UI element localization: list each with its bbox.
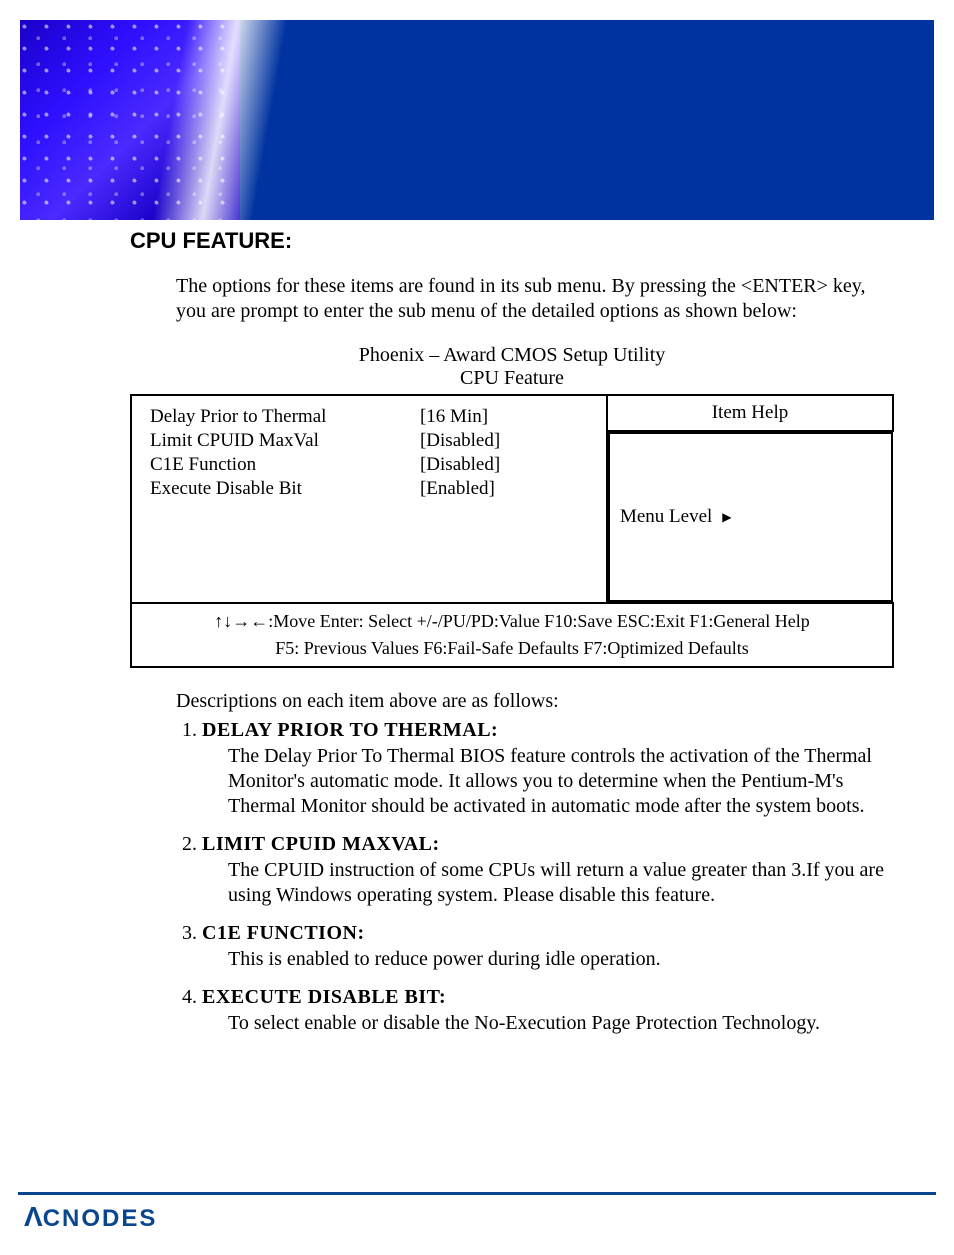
descriptions-intro: Descriptions on each item above are as f… xyxy=(176,690,894,713)
brand-text: CNODES xyxy=(43,1205,158,1233)
triangle-right-icon: ▶ xyxy=(722,510,731,525)
bios-key-legend-line1: ↑↓→←:Move Enter: Select +/-/PU/PD:Value … xyxy=(138,608,886,635)
bios-box: Delay Prior to Thermal [16 Min] Limit CP… xyxy=(130,394,894,668)
bios-option-label: C1E Function xyxy=(150,454,420,476)
list-item: EXECUTE DISABLE BIT: To select enable or… xyxy=(202,986,894,1036)
page: CPU FEATURE: The options for these items… xyxy=(0,20,954,1255)
bios-utility-title: Phoenix – Award CMOS Setup Utility xyxy=(130,344,894,367)
bios-screenshot: Phoenix – Award CMOS Setup Utility CPU F… xyxy=(130,344,894,668)
section-intro-text: The options for these items are found in… xyxy=(176,274,894,324)
content-area: CPU FEATURE: The options for these items… xyxy=(130,228,894,1036)
description-heading: EXECUTE DISABLE BIT: xyxy=(202,986,446,1008)
list-item: C1E FUNCTION: This is enabled to reduce … xyxy=(202,922,894,972)
bios-option-label: Delay Prior to Thermal xyxy=(150,406,420,428)
bios-menu-level-cell: Menu Level ▶ xyxy=(608,432,893,602)
bios-help-header: Item Help xyxy=(607,395,893,431)
list-item: LIMIT CPUID MAXVAL: The CPUID instructio… xyxy=(202,833,894,908)
bios-menu-level-label: Menu Level xyxy=(620,506,712,528)
bios-option-value: [Disabled] xyxy=(420,430,600,452)
descriptions-list: DELAY PRIOR TO THERMAL: The Delay Prior … xyxy=(176,719,894,1036)
description-heading: LIMIT CPUID MAXVAL: xyxy=(202,833,440,855)
header-banner xyxy=(20,20,934,220)
description-body: This is enabled to reduce power during i… xyxy=(228,947,894,972)
section-heading: CPU FEATURE: xyxy=(130,228,894,254)
description-body: The CPUID instruction of some CPUs will … xyxy=(228,858,894,908)
bios-option-label: Limit CPUID MaxVal xyxy=(150,430,420,452)
bios-option-list: Delay Prior to Thermal [16 Min] Limit CP… xyxy=(150,406,600,500)
bios-main-panel: Delay Prior to Thermal [16 Min] Limit CP… xyxy=(131,395,607,603)
bios-screen-name: CPU Feature xyxy=(130,367,894,390)
brand-lambda-icon: Λ xyxy=(24,1201,45,1233)
bios-option-value: [Disabled] xyxy=(420,454,600,476)
bios-key-legend-line2: F5: Previous Values F6:Fail-Safe Default… xyxy=(138,635,886,662)
list-item: DELAY PRIOR TO THERMAL: The Delay Prior … xyxy=(202,719,894,819)
circuit-board-art xyxy=(20,20,240,220)
brand-logo: Λ CNODES xyxy=(24,1201,157,1233)
bios-option-value: [16 Min] xyxy=(420,406,600,428)
description-heading: DELAY PRIOR TO THERMAL: xyxy=(202,719,498,741)
bios-option-value: [Enabled] xyxy=(420,478,600,500)
description-body: To select enable or disable the No-Execu… xyxy=(228,1011,894,1036)
description-heading: C1E FUNCTION: xyxy=(202,922,365,944)
footer-rule xyxy=(18,1192,936,1195)
description-body: The Delay Prior To Thermal BIOS feature … xyxy=(228,744,894,819)
bios-key-legend: ↑↓→←:Move Enter: Select +/-/PU/PD:Value … xyxy=(131,603,893,667)
bios-option-label: Execute Disable Bit xyxy=(150,478,420,500)
